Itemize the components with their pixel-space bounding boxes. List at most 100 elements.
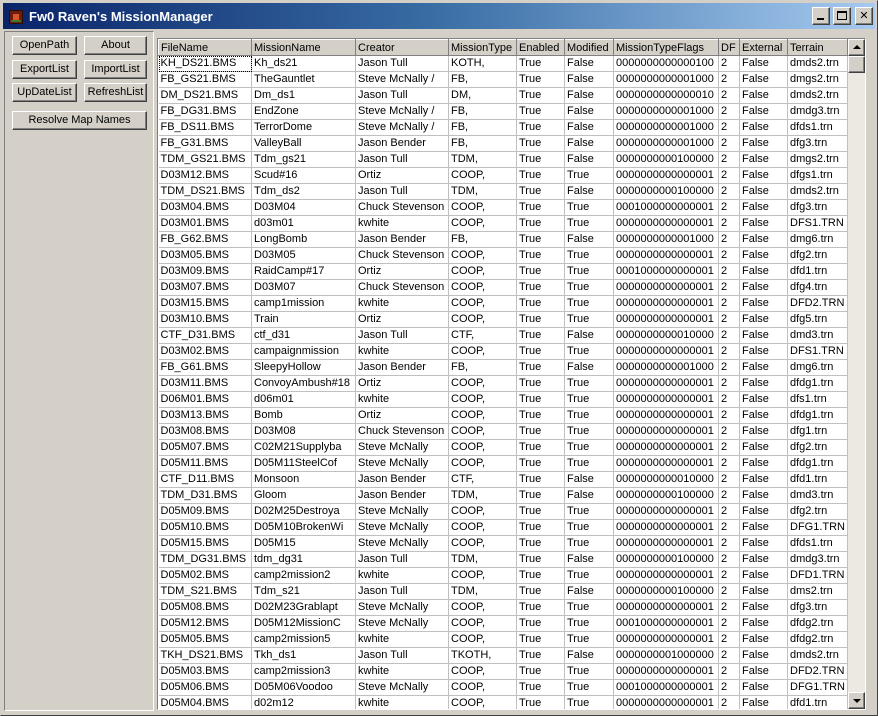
table-cell[interactable]: FB, xyxy=(448,135,517,152)
table-cell[interactable]: False xyxy=(739,471,788,488)
table-cell[interactable]: dfds1.trn xyxy=(787,535,848,552)
table-row[interactable]: D03M15.BMS camp1mission kwhite COOP, True Tru… xyxy=(158,295,848,312)
table-cell[interactable]: TDM_GS21.BMS xyxy=(158,151,252,168)
table-cell[interactable]: 0000000000000001 xyxy=(613,631,719,648)
table-cell[interactable]: Jason Bender xyxy=(355,231,449,248)
table-cell[interactable]: SleepyHollow xyxy=(251,359,356,376)
table-row[interactable]: KH_DS21.BMS Kh_ds21 Jason Tull KOTH, True Fal… xyxy=(158,55,848,72)
table-cell[interactable]: DFS1.TRN xyxy=(787,215,848,232)
table-cell[interactable]: False xyxy=(739,231,788,248)
table-cell[interactable]: True xyxy=(516,535,565,552)
table-cell[interactable]: camp2mission5 xyxy=(251,631,356,648)
table-cell[interactable]: dfd1.trn xyxy=(787,263,848,280)
table-cell[interactable]: Chuck Stevenson xyxy=(355,199,449,216)
table-cell[interactable]: True xyxy=(516,455,565,472)
table-cell[interactable]: 2 xyxy=(718,423,740,440)
table-cell[interactable]: COOP, xyxy=(448,631,517,648)
table-cell[interactable]: D03M09.BMS xyxy=(158,263,252,280)
table-cell[interactable]: 2 xyxy=(718,199,740,216)
table-cell[interactable]: FB, xyxy=(448,71,517,88)
table-cell[interactable]: False xyxy=(739,263,788,280)
table-cell[interactable]: dfd1.trn xyxy=(787,471,848,488)
table-row[interactable]: D03M09.BMS RaidCamp#17 Ortiz COOP, True True 0… xyxy=(158,263,848,280)
about-button[interactable]: About xyxy=(84,36,147,55)
table-cell[interactable]: D05M12.BMS xyxy=(158,615,252,632)
table-cell[interactable]: D02M25Destroya xyxy=(251,503,356,520)
table-cell[interactable]: D03M07 xyxy=(251,279,356,296)
maximize-button[interactable] xyxy=(833,7,851,25)
table-cell[interactable]: False xyxy=(739,311,788,328)
table-cell[interactable]: True xyxy=(516,663,565,680)
table-cell[interactable]: DFG1.TRN xyxy=(787,679,848,696)
table-cell[interactable]: Tkh_ds1 xyxy=(251,647,356,664)
table-cell[interactable]: D02M23Grablapt xyxy=(251,599,356,616)
table-cell[interactable]: False xyxy=(564,583,614,600)
table-cell[interactable]: FB_DG31.BMS xyxy=(158,103,252,120)
table-cell[interactable]: COOP, xyxy=(448,567,517,584)
column-header[interactable]: DF xyxy=(718,39,740,56)
table-cell[interactable]: DFD2.TRN xyxy=(787,295,848,312)
table-row[interactable]: TDM_S21.BMS Tdm_s21 Jason Tull TDM, True Fals… xyxy=(158,583,848,600)
table-cell[interactable]: True xyxy=(564,663,614,680)
table-cell[interactable]: False xyxy=(564,551,614,568)
table-cell[interactable]: Bomb xyxy=(251,407,356,424)
table-cell[interactable]: 0000000000001000 xyxy=(613,135,719,152)
table-cell[interactable]: 2 xyxy=(718,103,740,120)
table-cell[interactable]: 2 xyxy=(718,695,740,709)
table-cell[interactable]: D05M02.BMS xyxy=(158,567,252,584)
table-cell[interactable]: Ortiz xyxy=(355,375,449,392)
table-cell[interactable]: Tdm_ds2 xyxy=(251,183,356,200)
table-cell[interactable]: dfg1.trn xyxy=(787,423,848,440)
table-cell[interactable]: 0000000000000001 xyxy=(613,247,719,264)
resolve-map-names-button[interactable]: Resolve Map Names xyxy=(12,111,147,130)
app-icon[interactable] xyxy=(9,10,23,24)
table-cell[interactable]: COOP, xyxy=(448,695,517,709)
column-header[interactable]: Modified xyxy=(564,39,614,56)
table-cell[interactable]: COOP, xyxy=(448,215,517,232)
column-header[interactable]: Enabled xyxy=(516,39,565,56)
column-header[interactable]: MissionType xyxy=(448,39,517,56)
table-cell[interactable]: 2 xyxy=(718,599,740,616)
table-cell[interactable]: COOP, xyxy=(448,407,517,424)
table-cell[interactable]: 0000000000000001 xyxy=(613,279,719,296)
table-cell[interactable]: 0000000000100000 xyxy=(613,583,719,600)
table-cell[interactable]: 0000000000000001 xyxy=(613,519,719,536)
table-cell[interactable]: dfgs1.trn xyxy=(787,167,848,184)
table-row[interactable]: D03M01.BMS d03m01 kwhite COOP, True True 00000… xyxy=(158,215,848,232)
table-cell[interactable]: FB_G62.BMS xyxy=(158,231,252,248)
table-row[interactable]: D03M10.BMS Train Ortiz COOP, True True 0000000… xyxy=(158,311,848,328)
table-cell[interactable]: 0000000000100000 xyxy=(613,551,719,568)
table-cell[interactable]: 2 xyxy=(718,295,740,312)
table-cell[interactable]: kwhite xyxy=(355,391,449,408)
table-cell[interactable]: 2 xyxy=(718,407,740,424)
table-cell[interactable]: Jason Tull xyxy=(355,183,449,200)
table-cell[interactable]: ctf_d31 xyxy=(251,327,356,344)
table-cell[interactable]: True xyxy=(564,375,614,392)
table-cell[interactable]: False xyxy=(739,455,788,472)
table-cell[interactable]: COOP, xyxy=(448,343,517,360)
table-cell[interactable]: Jason Tull xyxy=(355,551,449,568)
table-cell[interactable]: TDM, xyxy=(448,551,517,568)
table-row[interactable]: D05M15.BMS D05M15 Steve McNally COOP, True Tr… xyxy=(158,535,848,552)
table-cell[interactable]: True xyxy=(564,423,614,440)
table-cell[interactable]: True xyxy=(516,391,565,408)
table-cell[interactable]: Steve McNally / xyxy=(355,103,449,120)
table-cell[interactable]: COOP, xyxy=(448,279,517,296)
table-cell[interactable]: True xyxy=(516,343,565,360)
table-cell[interactable]: dfd1.trn xyxy=(787,695,848,709)
table-cell[interactable]: 0000000000000001 xyxy=(613,295,719,312)
table-cell[interactable]: FB, xyxy=(448,119,517,136)
table-cell[interactable]: D05M15.BMS xyxy=(158,535,252,552)
table-cell[interactable]: True xyxy=(564,439,614,456)
table-cell[interactable]: False xyxy=(739,407,788,424)
table-cell[interactable]: 2 xyxy=(718,375,740,392)
table-cell[interactable]: 2 xyxy=(718,327,740,344)
table-cell[interactable]: False xyxy=(739,327,788,344)
table-cell[interactable]: True xyxy=(564,279,614,296)
table-cell[interactable]: False xyxy=(739,343,788,360)
table-cell[interactable]: COOP, xyxy=(448,375,517,392)
table-row[interactable]: D03M13.BMS Bomb Ortiz COOP, True True 00000000… xyxy=(158,407,848,424)
table-cell[interactable]: Steve McNally xyxy=(355,599,449,616)
table-cell[interactable]: 2 xyxy=(718,231,740,248)
table-cell[interactable]: DFS1.TRN xyxy=(787,343,848,360)
